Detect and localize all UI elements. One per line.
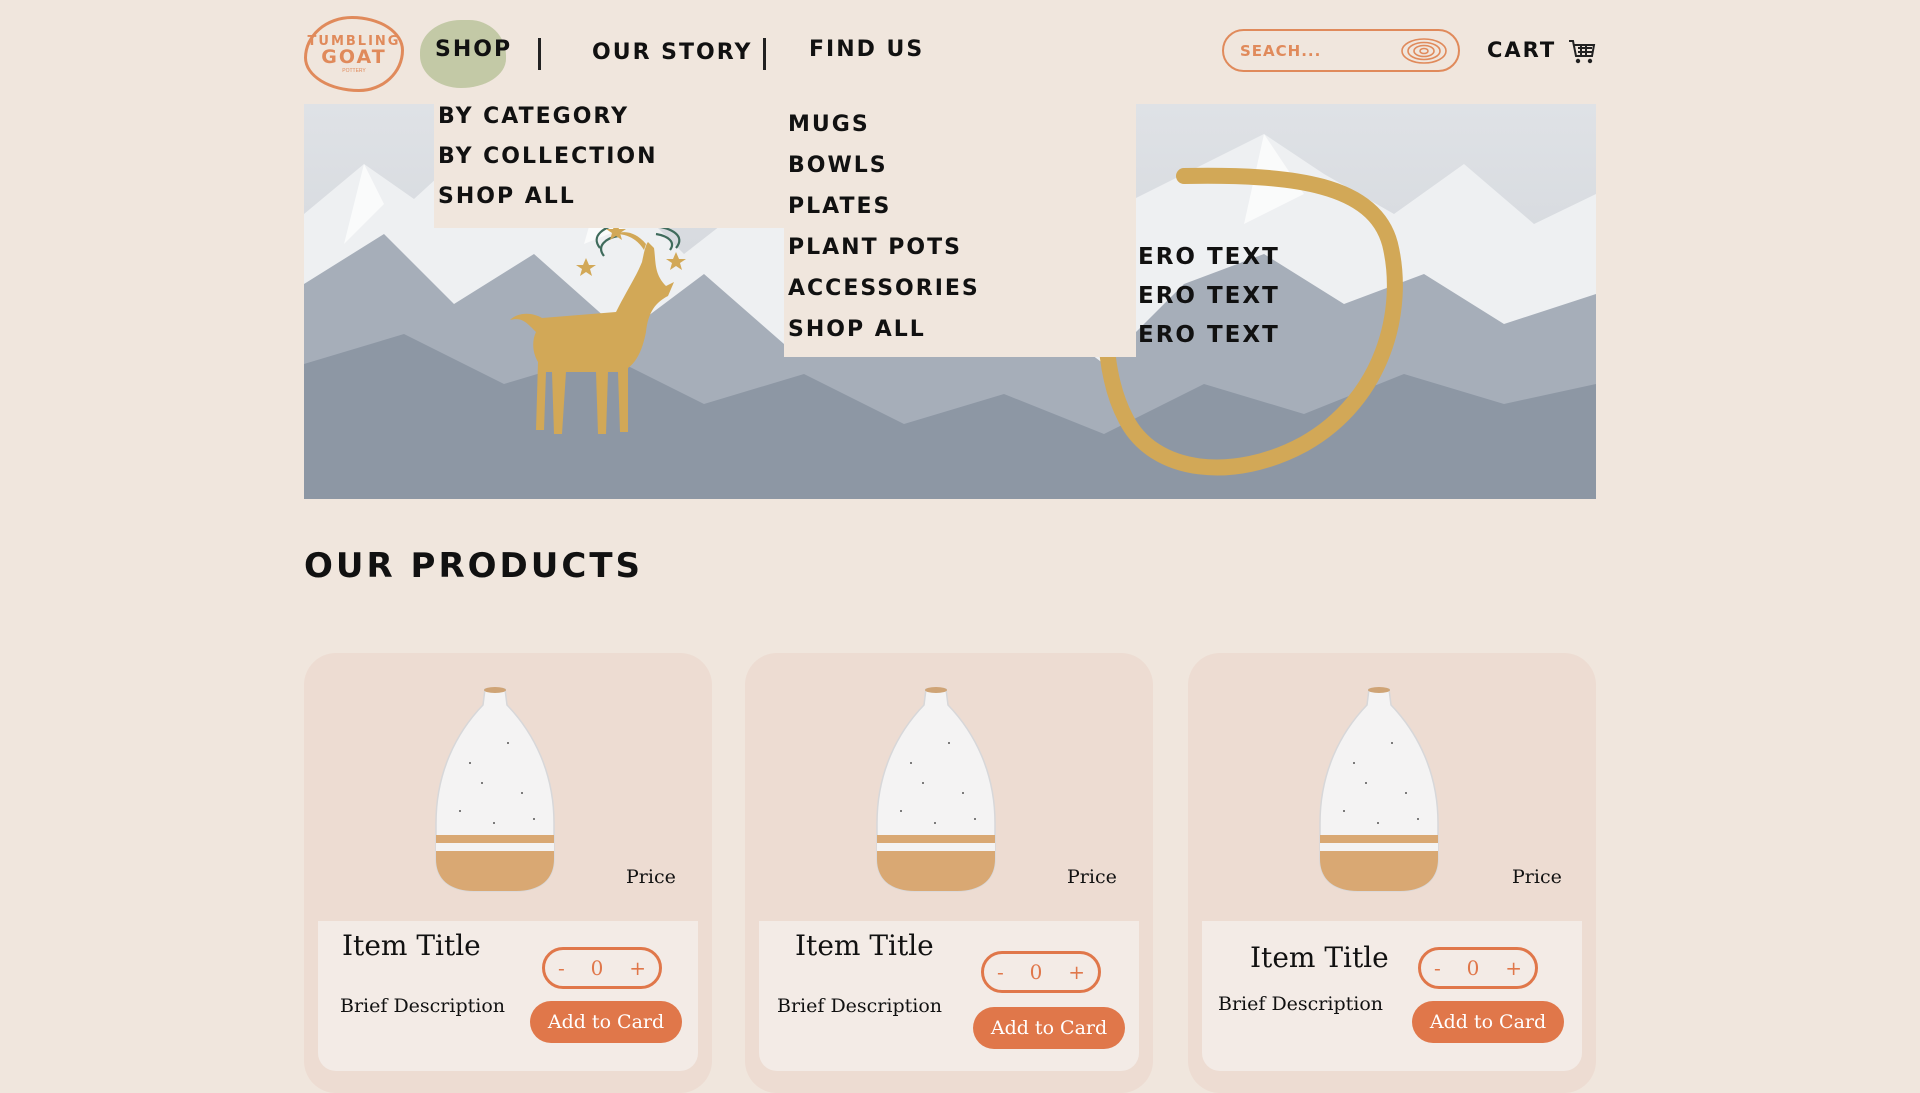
decrement-button[interactable]: -	[997, 960, 1004, 984]
logo-line-2: GOAT	[321, 45, 387, 68]
product-image[interactable]: Price	[1188, 653, 1596, 913]
spiral-search-icon[interactable]	[1398, 35, 1450, 67]
product-image[interactable]: Price	[304, 653, 712, 913]
nav-our-story[interactable]: OUR STORY	[592, 40, 752, 65]
vase-image	[876, 687, 996, 892]
cart-icon[interactable]	[1568, 38, 1596, 66]
product-price: Price	[1512, 866, 1562, 888]
product-description: Brief Description	[1218, 993, 1384, 1015]
category-dropdown: MUGS BOWLS PLATES PLANT POTS ACCESSORIES…	[784, 104, 1136, 357]
logo[interactable]: TUMBLING GOAT POTTERY	[304, 16, 404, 92]
shop-dropdown: BY CATEGORY BY COLLECTION SHOP ALL	[434, 104, 784, 228]
decrement-button[interactable]: -	[558, 956, 565, 980]
product-price: Price	[1067, 866, 1117, 888]
quantity-stepper[interactable]: - 0 +	[981, 951, 1101, 993]
quantity-stepper[interactable]: - 0 +	[1418, 947, 1538, 989]
search-input[interactable]	[1238, 39, 1402, 63]
product-title[interactable]: Item Title	[1250, 941, 1389, 974]
nav-separator	[538, 38, 541, 70]
quantity-value: 0	[1029, 960, 1043, 984]
menu-item-plant-pots[interactable]: PLANT POTS	[788, 235, 962, 260]
quantity-stepper[interactable]: - 0 +	[542, 947, 662, 989]
product-image[interactable]: Price	[745, 653, 1153, 913]
add-to-cart-button[interactable]: Add to Card	[1412, 1001, 1564, 1043]
nav-shop[interactable]: SHOP	[435, 37, 512, 62]
product-card[interactable]: Price Item Title Brief Description - 0 +…	[304, 653, 712, 1093]
nav-separator	[763, 38, 766, 70]
increment-button[interactable]: +	[1505, 956, 1522, 980]
cart-label[interactable]: CART	[1487, 38, 1556, 62]
quantity-value: 0	[1466, 956, 1480, 980]
section-title: OUR PRODUCTS	[304, 546, 643, 586]
quantity-value: 0	[590, 956, 604, 980]
product-description: Brief Description	[340, 995, 506, 1017]
menu-item-accessories[interactable]: ACCESSORIES	[788, 276, 980, 301]
nav-find-us[interactable]: FIND US	[809, 37, 924, 62]
product-price: Price	[626, 866, 676, 888]
logo-line-3: POTTERY	[342, 67, 366, 74]
goat-illustration	[510, 222, 686, 434]
add-to-cart-button[interactable]: Add to Card	[973, 1007, 1125, 1049]
product-card-body: Item Title Brief Description - 0 + Add t…	[759, 921, 1139, 1071]
menu-item-shop-all[interactable]: SHOP ALL	[788, 317, 926, 342]
hero-text-line: ERO TEXT	[1138, 322, 1280, 348]
product-card[interactable]: Price Item Title Brief Description - 0 +…	[745, 653, 1153, 1093]
product-card-body: Item Title Brief Description - 0 + Add t…	[318, 921, 698, 1071]
product-title[interactable]: Item Title	[795, 929, 934, 962]
menu-item-by-category[interactable]: BY CATEGORY	[438, 104, 629, 129]
product-card[interactable]: Price Item Title Brief Description - 0 +…	[1188, 653, 1596, 1093]
menu-item-mugs[interactable]: MUGS	[788, 112, 870, 137]
menu-item-by-collection[interactable]: BY COLLECTION	[438, 144, 658, 169]
add-to-cart-button[interactable]: Add to Card	[530, 1001, 682, 1043]
product-description: Brief Description	[777, 995, 943, 1017]
increment-button[interactable]: +	[629, 956, 646, 980]
menu-item-plates[interactable]: PLATES	[788, 194, 891, 219]
decrement-button[interactable]: -	[1434, 956, 1441, 980]
vase-image	[435, 687, 555, 892]
menu-item-bowls[interactable]: BOWLS	[788, 153, 888, 178]
product-title[interactable]: Item Title	[342, 929, 481, 962]
search-box[interactable]	[1222, 29, 1460, 72]
vase-image	[1319, 687, 1439, 892]
increment-button[interactable]: +	[1068, 960, 1085, 984]
product-card-body: Item Title Brief Description - 0 + Add t…	[1202, 921, 1582, 1071]
hero-text-line: ERO TEXT	[1138, 283, 1280, 309]
menu-item-shop-all[interactable]: SHOP ALL	[438, 184, 576, 209]
hero-text-line: ERO TEXT	[1138, 244, 1280, 270]
